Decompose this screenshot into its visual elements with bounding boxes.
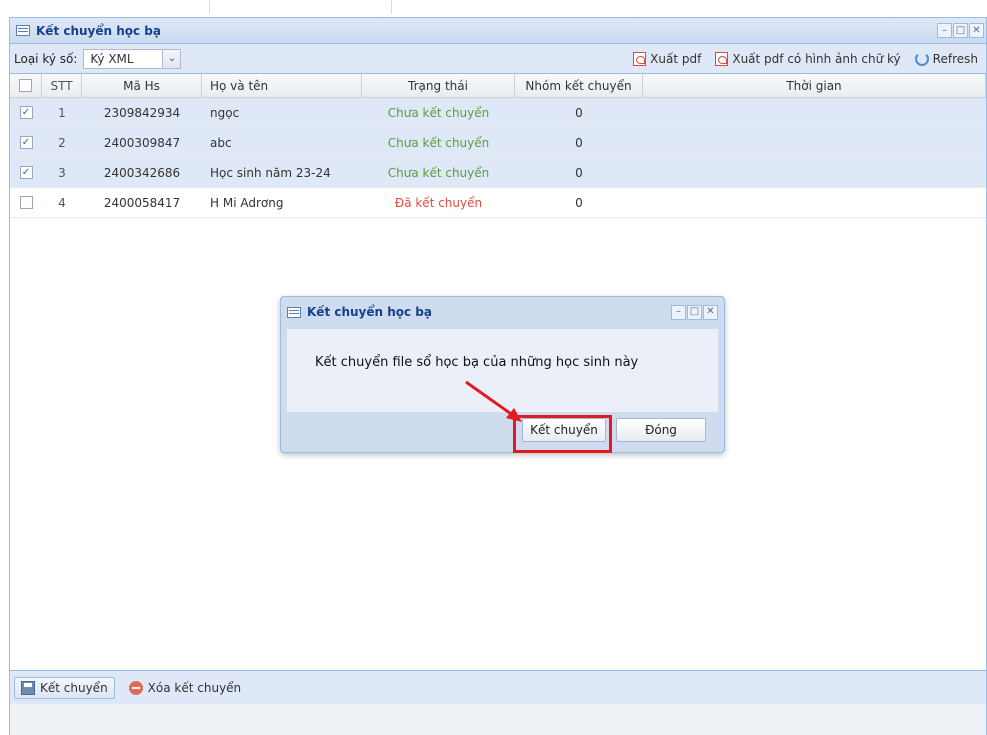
export-pdf-button[interactable]: Xuất pdf	[633, 51, 702, 66]
refresh-button[interactable]: Refresh	[914, 51, 978, 66]
column-header-status[interactable]: Trạng thái	[362, 74, 515, 97]
row-name: abc	[210, 135, 232, 150]
row-ma-hs: 2400058417	[103, 195, 181, 210]
select-all-checkbox[interactable]	[19, 79, 32, 92]
background-strip-segment	[0, 0, 210, 14]
maximize-icon[interactable]: □	[687, 304, 702, 320]
row-checkbox-cell[interactable]	[10, 188, 42, 217]
refresh-icon	[914, 51, 929, 66]
maximize-icon[interactable]: □	[953, 23, 968, 38]
delete-transfer-button[interactable]: Xóa kết chuyển	[123, 678, 247, 698]
row-group: 0	[575, 165, 583, 180]
window-title: Kết chuyển học bạ	[36, 23, 161, 38]
background-top-strip	[0, 0, 987, 14]
row-status: Chưa kết chuyển	[387, 135, 490, 150]
row-stt: 2	[58, 135, 66, 150]
row-time	[643, 128, 986, 157]
table-row[interactable]: ✓ 3 2400342686 Học sinh năm 23-24 Chưa k…	[10, 158, 986, 188]
window-tools: – □ ✕	[937, 23, 986, 38]
row-name: ngọc	[210, 105, 240, 120]
transfer-button[interactable]: Kết chuyển	[14, 676, 115, 699]
row-group: 0	[575, 195, 583, 210]
table-row[interactable]: ✓ 2 2400309847 abc Chưa kết chuyển 0	[10, 128, 986, 158]
row-stt: 4	[58, 195, 66, 210]
row-group: 0	[575, 135, 583, 150]
row-time	[643, 98, 986, 127]
dialog-header: Kết chuyển học bạ – □ ✕	[281, 297, 724, 327]
sign-type-label: Loại ký số:	[14, 51, 78, 66]
row-ma-hs: 2400342686	[103, 165, 181, 180]
row-checkbox[interactable]: ✓	[19, 106, 33, 119]
row-stt: 1	[58, 105, 66, 120]
export-pdf-signature-button[interactable]: Xuất pdf có hình ảnh chữ ký	[715, 51, 901, 66]
row-stt: 3	[58, 165, 66, 180]
minimize-icon[interactable]: –	[937, 23, 952, 38]
footer-area	[10, 704, 986, 735]
delete-transfer-label: Xóa kết chuyển	[147, 680, 242, 695]
column-header-stt[interactable]: STT	[42, 74, 82, 97]
row-status: Chưa kết chuyển	[387, 165, 490, 180]
row-group: 0	[575, 105, 583, 120]
dialog-title: Kết chuyển học bạ	[307, 305, 432, 319]
bottom-toolbar: Kết chuyển Xóa kết chuyển	[10, 670, 986, 704]
table-row[interactable]: ✓ 1 2309842934 ngọc Chưa kết chuyển 0	[10, 98, 986, 128]
grid-header: STT Mã Hs Họ và tên Trạng thái Nhóm kết …	[10, 74, 986, 98]
minimize-icon[interactable]: –	[671, 304, 686, 320]
transfer-dialog: Kết chuyển học bạ – □ ✕ Kết chuyển file …	[280, 296, 725, 453]
row-time	[643, 188, 986, 217]
arrow-annotation-icon	[465, 380, 522, 422]
row-checkbox[interactable]	[19, 196, 33, 209]
dialog-grid-icon	[287, 306, 301, 318]
row-name: H Mi Adrơng	[210, 195, 284, 210]
row-ma-hs: 2400309847	[103, 135, 181, 150]
row-checkbox-cell[interactable]: ✓	[10, 128, 42, 157]
chevron-down-icon[interactable]: ⌄	[162, 49, 181, 68]
pdf-icon	[715, 51, 729, 66]
row-status: Đã kết chuyển	[394, 195, 483, 210]
row-checkbox[interactable]: ✓	[19, 166, 33, 179]
sign-type-select[interactable]: Ký XML ⌄	[83, 48, 182, 69]
sign-type-value: Ký XML	[90, 51, 134, 66]
pdf-icon	[633, 51, 647, 66]
delete-icon	[128, 680, 143, 695]
transfer-label: Kết chuyển	[40, 680, 108, 695]
close-icon[interactable]: ✕	[703, 304, 718, 320]
toolbar: Loại ký số: Ký XML ⌄ Xuất pdf Xuất pdf c…	[10, 44, 986, 74]
row-name: Học sinh năm 23-24	[210, 165, 331, 180]
toolbar-actions: Xuất pdf Xuất pdf có hình ảnh chữ ký Ref…	[633, 51, 986, 66]
row-checkbox[interactable]: ✓	[19, 136, 33, 149]
close-dialog-button[interactable]: Đóng	[616, 418, 706, 442]
row-checkbox-cell[interactable]: ✓	[10, 158, 42, 187]
column-header-time[interactable]: Thời gian	[643, 74, 986, 97]
row-ma-hs: 2309842934	[103, 105, 181, 120]
save-icon	[21, 680, 35, 695]
export-pdf-signature-label: Xuất pdf có hình ảnh chữ ký	[732, 51, 901, 66]
dialog-message: Kết chuyển file sổ học bạ của những học …	[315, 355, 639, 370]
dialog-tools: – □ ✕	[671, 304, 724, 320]
window-header: Kết chuyển học bạ – □ ✕	[10, 18, 986, 44]
row-status: Chưa kết chuyển	[387, 105, 490, 120]
background-strip-segment	[210, 0, 392, 14]
row-checkbox-cell[interactable]: ✓	[10, 98, 42, 127]
select-all-checkbox-cell[interactable]	[10, 74, 42, 97]
column-header-group[interactable]: Nhóm kết chuyển	[515, 74, 643, 97]
column-header-name[interactable]: Họ và tên	[202, 74, 362, 97]
refresh-label: Refresh	[932, 51, 978, 66]
table-row[interactable]: 4 2400058417 H Mi Adrơng Đã kết chuyển 0	[10, 188, 986, 218]
row-time	[643, 158, 986, 187]
column-header-ma-hs[interactable]: Mã Hs	[82, 74, 202, 97]
close-icon[interactable]: ✕	[969, 23, 984, 38]
export-pdf-label: Xuất pdf	[650, 51, 702, 66]
window-grid-icon	[16, 25, 30, 36]
